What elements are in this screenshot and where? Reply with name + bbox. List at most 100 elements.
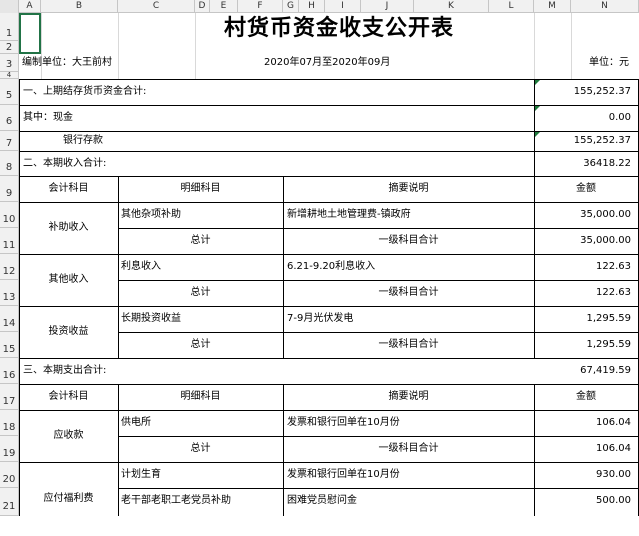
detail-cell: 利息收入 [121,261,161,272]
row-header-10[interactable]: 10 [0,202,19,228]
prev-balance-value: 155,252.37 [573,86,631,97]
column-header-i[interactable]: I [325,0,361,13]
row-header-2[interactable]: 2 [0,41,19,54]
column-header-k[interactable]: K [414,0,489,13]
detail-cell: 其他杂项补助 [121,209,181,220]
row-header-17[interactable]: 17 [0,384,19,410]
org-label: 编制单位：大王前村 [22,57,112,68]
detail-total-cell: 总计 [190,287,211,298]
worksheet[interactable]: 村货币资金收支公开表 编制单位：大王前村 2020年07月至2020年09月 单… [19,13,639,516]
column-header-j[interactable]: J [361,0,414,13]
amount-total-cell: 122.63 [596,287,631,298]
amount-total-cell: 106.04 [596,443,631,454]
row-header-9[interactable]: 9 [0,176,19,202]
detail-cell: 供电所 [121,417,151,428]
amount-cell: 930.00 [596,469,631,480]
subject-welfare: 应付福利费 [43,493,94,504]
active-cell-selection[interactable] [19,13,41,54]
summary-total-cell: 一级科目合计 [378,339,439,350]
subject-investment: 投资收益 [48,326,89,337]
row-header-1[interactable]: 1 [0,13,19,41]
detail-cell: 老干部老职工老党员补助 [121,495,231,506]
header-amount: 金额 [576,391,596,402]
row-header-6[interactable]: 6 [0,105,19,131]
prev-balance-label: 一、上期结存货币资金合计: [23,86,147,97]
row-header-15[interactable]: 15 [0,332,19,358]
row-header-13[interactable]: 13 [0,280,19,306]
column-header-m[interactable]: M [534,0,571,13]
period-label: 2020年07月至2020年09月 [264,57,391,68]
row-header-19[interactable]: 19 [0,436,19,462]
border-line [118,176,119,358]
header-subject: 会计科目 [48,391,89,402]
unit-label: 单位：元 [589,57,629,68]
subject-other-income: 其他收入 [48,274,89,285]
row-header-7[interactable]: 7 [0,131,19,151]
column-header-a[interactable]: A [19,0,41,13]
column-header-n[interactable]: N [571,0,639,13]
row-header-14[interactable]: 14 [0,306,19,332]
amount-cell: 122.63 [596,261,631,272]
cash-value: 0.00 [608,112,631,123]
summary-total-cell: 一级科目合计 [378,287,439,298]
column-header-f[interactable]: F [238,0,283,13]
detail-total-cell: 总计 [190,235,211,246]
gridline [118,13,119,79]
column-header-c[interactable]: C [118,0,195,13]
cash-label: 其中：现金 [23,112,73,123]
column-header-g[interactable]: G [283,0,299,13]
row-header-21[interactable]: 21 [0,488,19,516]
column-header-b[interactable]: B [41,0,118,13]
column-header-l[interactable]: L [489,0,534,13]
select-all-corner[interactable] [0,0,19,13]
column-header-d[interactable]: D [195,0,210,13]
column-header-e[interactable]: E [210,0,238,13]
column-header-h[interactable]: H [299,0,325,13]
header-detail: 明细科目 [180,391,221,402]
summary-cell: 发票和银行回单在10月份 [287,417,400,428]
summary-cell: 困难党员慰问金 [287,495,357,506]
summary-cell: 发票和银行回单在10月份 [287,469,400,480]
expense-total-label: 三、本期支出合计: [23,365,107,376]
border-line [534,79,535,176]
amount-cell: 35,000.00 [580,209,631,220]
row-header-20[interactable]: 20 [0,462,19,488]
row-header-18[interactable]: 18 [0,410,19,436]
summary-total-cell: 一级科目合计 [378,443,439,454]
row-header-5[interactable]: 5 [0,79,19,105]
amount-cell: 106.04 [596,417,631,428]
header-detail: 明细科目 [180,183,221,194]
summary-total-cell: 一级科目合计 [378,235,439,246]
row-header-16[interactable]: 16 [0,358,19,384]
header-summary: 摘要说明 [388,391,429,402]
detail-total-cell: 总计 [190,339,211,350]
row-header-4[interactable]: 4 [0,72,19,79]
subject-subsidy: 补助收入 [48,222,89,233]
detail-total-cell: 总计 [190,443,211,454]
header-amount: 金额 [576,183,596,194]
amount-total-cell: 1,295.59 [586,339,631,350]
bank-value: 155,252.37 [573,135,631,146]
row-header-3[interactable]: 3 [0,54,19,72]
gridline [534,13,535,79]
amount-cell: 1,295.59 [586,313,631,324]
amount-total-cell: 35,000.00 [580,235,631,246]
detail-cell: 计划生育 [121,469,161,480]
border-line [283,176,284,358]
expense-total-value: 67,419.59 [580,365,631,376]
subject-receivable: 应收款 [53,430,84,441]
report-title: 村货币资金收支公开表 [223,15,454,41]
column-header-bar: A B C D E F G H I J K L M N [0,0,639,13]
summary-cell: 7-9月光伏发电 [287,313,354,324]
summary-cell: 6.21-9.20利息收入 [287,261,376,272]
income-total-value: 36418.22 [583,158,631,169]
row-header-12[interactable]: 12 [0,254,19,280]
summary-cell: 新增耕地土地管理费-镇政府 [287,209,411,220]
row-header-8[interactable]: 8 [0,151,19,176]
amount-cell: 500.00 [596,495,631,506]
bank-label: 银行存款 [63,135,103,146]
detail-cell: 长期投资收益 [121,313,181,324]
row-header-11[interactable]: 11 [0,228,19,254]
header-summary: 摘要说明 [388,183,429,194]
header-subject: 会计科目 [48,183,89,194]
